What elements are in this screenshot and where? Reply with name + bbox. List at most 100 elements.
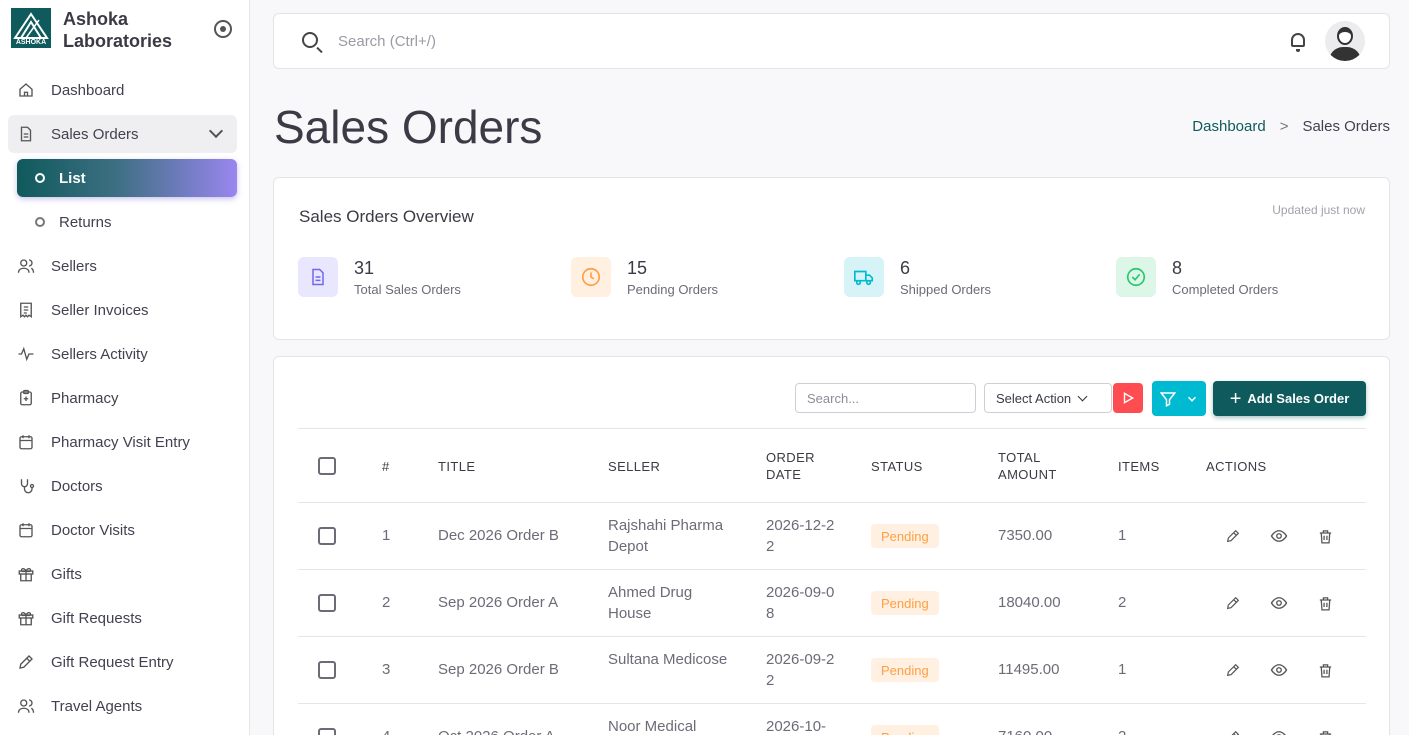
column-header-status[interactable]: STATUS xyxy=(871,458,923,475)
sidebar-item-doctor-visits[interactable]: Doctor Visits xyxy=(8,511,237,549)
sidebar-item-gifts[interactable]: Gifts xyxy=(8,555,237,593)
eye-icon[interactable] xyxy=(1270,661,1288,679)
eye-icon[interactable] xyxy=(1270,527,1288,545)
row-checkbox[interactable] xyxy=(318,728,336,735)
sidebar-subitem-returns[interactable]: Returns xyxy=(35,203,112,241)
edit-icon[interactable] xyxy=(1224,661,1242,679)
sidebar-subitem-list[interactable]: List xyxy=(17,159,237,197)
sidebar-item-label: Pharmacy xyxy=(51,389,119,407)
sidebar-item-sales-orders[interactable]: Sales Orders xyxy=(8,115,237,153)
brand-name: Ashoka Laboratories xyxy=(63,8,172,52)
chevron-down-icon xyxy=(1187,396,1197,402)
breadcrumb-link-dashboard[interactable]: Dashboard xyxy=(1192,118,1265,135)
cell-seller: Noor Medical xyxy=(608,718,697,735)
status-badge: Pending xyxy=(871,658,939,682)
column-header-seller[interactable]: SELLER xyxy=(608,458,660,475)
table-row[interactable]: 1 Dec 2026 Order B Rajshahi Pharma Depot… xyxy=(298,503,1366,570)
sidebar-item-pharmacy[interactable]: Pharmacy xyxy=(8,379,237,417)
sidebar-item-doctors[interactable]: Doctors xyxy=(8,467,237,505)
search-icon[interactable] xyxy=(302,32,318,48)
table-row[interactable]: 3 Sep 2026 Order B Sultana Medicose 2026… xyxy=(298,637,1366,704)
cell-seller: Rajshahi Pharma Depot xyxy=(608,517,724,555)
avatar-head xyxy=(1337,27,1353,45)
eye-icon[interactable] xyxy=(1270,728,1288,735)
stat-value: 6 xyxy=(900,258,911,278)
sidebar-item-sellers[interactable]: Sellers xyxy=(8,247,237,285)
global-search-input[interactable]: Search (Ctrl+/) xyxy=(338,33,436,50)
add-sales-order-label: Add Sales Order xyxy=(1247,391,1350,406)
edit-icon[interactable] xyxy=(1224,728,1242,735)
cell-seller: Ahmed Drug House xyxy=(608,584,693,622)
cell-title: Oct 2026 Order A xyxy=(438,726,555,735)
table-row[interactable]: 4 Oct 2026 Order A Noor Medical 2026-10-… xyxy=(298,704,1366,735)
status-badge: Pending xyxy=(871,725,939,735)
column-header-actions: ACTIONS xyxy=(1206,459,1267,474)
column-header-number[interactable]: # xyxy=(382,458,390,475)
sidebar-item-label: Travel Agents xyxy=(51,697,143,715)
edit-icon[interactable] xyxy=(1224,594,1242,612)
sidebar-item-label: Dashboard xyxy=(51,81,125,99)
calendar-icon xyxy=(16,432,36,452)
activity-icon xyxy=(16,344,36,364)
stat-total: 31 Total Sales Orders xyxy=(298,257,461,297)
stat-label: Completed Orders xyxy=(1172,282,1279,297)
add-sales-order-button[interactable]: + Add Sales Order xyxy=(1213,381,1366,416)
column-header-order-date[interactable]: ORDER DATE xyxy=(766,449,826,483)
column-header-total-amount[interactable]: TOTAL AMOUNT xyxy=(998,449,1068,483)
cell-title: Sep 2026 Order A xyxy=(438,594,559,611)
eye-icon[interactable] xyxy=(1270,594,1288,612)
sidebar-item-travel-agents[interactable]: Travel Agents xyxy=(8,687,237,725)
select-action-dropdown[interactable]: Select Action xyxy=(984,383,1112,413)
select-action-label: Select Action xyxy=(996,390,1072,406)
stat-pending: 15 Pending Orders xyxy=(571,257,718,297)
sidebar-subitem-label: List xyxy=(59,169,86,187)
table-search-input[interactable]: Search... xyxy=(795,383,976,413)
sidebar-item-pharmacy-visit-entry[interactable]: Pharmacy Visit Entry xyxy=(8,423,237,461)
filter-button[interactable] xyxy=(1152,381,1206,416)
cell-number: 2 xyxy=(382,594,391,611)
column-header-title[interactable]: TITLE xyxy=(438,458,475,475)
stat-completed: 8 Completed Orders xyxy=(1116,257,1278,297)
sidebar-item-dashboard[interactable]: Dashboard xyxy=(8,71,237,109)
cell-order-date: 2026-09-22 xyxy=(766,651,835,689)
trash-icon[interactable] xyxy=(1316,594,1334,612)
truck-icon xyxy=(844,257,884,297)
sidebar-item-label: Sellers Activity xyxy=(51,345,148,363)
trash-icon[interactable] xyxy=(1316,661,1334,679)
sidebar-subitem-label: Returns xyxy=(59,213,112,231)
gift-icon xyxy=(16,608,36,628)
cell-items: 2 xyxy=(1118,594,1127,611)
collapse-toggle-icon[interactable] xyxy=(214,20,232,38)
select-all-checkbox[interactable] xyxy=(318,457,336,475)
row-checkbox[interactable] xyxy=(318,594,336,612)
bell-icon[interactable] xyxy=(1291,33,1305,52)
sidebar-item-label: Seller Invoices xyxy=(51,301,149,319)
apply-action-button[interactable] xyxy=(1113,383,1143,413)
column-header-items[interactable]: ITEMS xyxy=(1118,458,1160,475)
sidebar-item-gift-request-entry[interactable]: Gift Request Entry xyxy=(8,643,237,681)
cell-number: 1 xyxy=(382,527,391,544)
brand[interactable]: ASHOKA Ashoka Laboratories xyxy=(11,8,172,52)
home-icon xyxy=(16,80,36,100)
avatar[interactable] xyxy=(1325,21,1365,61)
play-icon xyxy=(1123,392,1135,404)
stat-value: 15 xyxy=(627,258,648,278)
table-row[interactable]: 2 Sep 2026 Order A Ahmed Drug House 2026… xyxy=(298,570,1366,637)
row-checkbox[interactable] xyxy=(318,661,336,679)
cell-number: 3 xyxy=(382,661,391,678)
sidebar-item-sellers-activity[interactable]: Sellers Activity xyxy=(8,335,237,373)
pencil-icon xyxy=(16,652,36,672)
edit-icon[interactable] xyxy=(1224,527,1242,545)
sidebar-item-label: Doctors xyxy=(51,477,103,495)
trash-icon[interactable] xyxy=(1316,527,1334,545)
row-checkbox[interactable] xyxy=(318,527,336,545)
sidebar: ASHOKA Ashoka Laboratories Dashboard Sal… xyxy=(0,0,250,735)
sidebar-item-label: Gifts xyxy=(51,565,82,583)
filter-icon xyxy=(1159,391,1177,407)
stat-label: Pending Orders xyxy=(627,282,719,297)
trash-icon[interactable] xyxy=(1316,728,1334,735)
sidebar-item-seller-invoices[interactable]: Seller Invoices xyxy=(8,291,237,329)
cell-order-date: 2026-09-08 xyxy=(766,584,835,622)
sidebar-item-gift-requests[interactable]: Gift Requests xyxy=(8,599,237,637)
brand-name-line2: Laboratories xyxy=(63,31,173,51)
